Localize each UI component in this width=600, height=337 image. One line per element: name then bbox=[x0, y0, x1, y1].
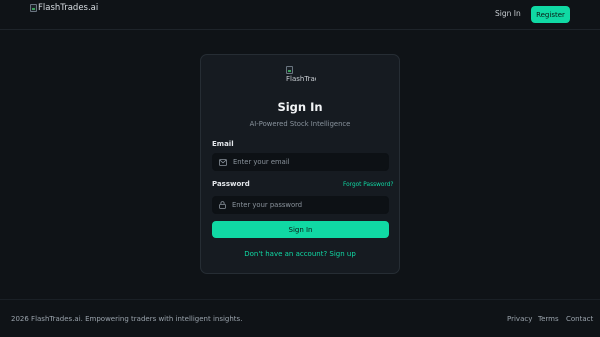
footer: 2026 FlashTrades.ai. Empowering traders … bbox=[0, 299, 600, 337]
register-button[interactable]: Register bbox=[531, 6, 570, 23]
email-label: Email bbox=[212, 140, 234, 148]
mail-icon bbox=[219, 158, 227, 166]
page-title: Sign In bbox=[277, 100, 323, 114]
email-field[interactable]: Enter your email bbox=[212, 153, 389, 171]
forgot-password-link[interactable]: Forgot Password? bbox=[343, 182, 393, 188]
header-logo-alt-text: FlashTrades.ai bbox=[38, 3, 99, 13]
header-logo[interactable]: FlashTrades.ai bbox=[30, 3, 98, 13]
broken-image-icon bbox=[30, 4, 37, 12]
password-placeholder: Enter your password bbox=[232, 201, 303, 209]
card-logo: FlashTrades.ai bbox=[286, 66, 316, 86]
password-label: Password bbox=[212, 180, 250, 188]
top-nav-bar: FlashTrades.ai Sign In Register bbox=[0, 0, 600, 30]
signup-link[interactable]: Don't have an account? Sign up bbox=[201, 250, 399, 258]
footer-link-contact[interactable]: Contact bbox=[566, 315, 593, 323]
page-subtitle: AI-Powered Stock Intelligence bbox=[249, 120, 351, 128]
copyright-text: 2026 FlashTrades.ai. Empowering traders … bbox=[11, 315, 243, 323]
nav-signin-link[interactable]: Sign In bbox=[495, 9, 521, 18]
footer-link-terms[interactable]: Terms bbox=[538, 315, 559, 323]
lock-icon bbox=[219, 201, 226, 209]
broken-image-icon bbox=[286, 66, 293, 74]
password-field[interactable]: Enter your password bbox=[212, 196, 389, 214]
card-logo-alt-text: FlashTrades.ai bbox=[286, 75, 316, 83]
signin-card: FlashTrades.ai Sign In AI-Powered Stock … bbox=[200, 54, 400, 274]
email-placeholder: Enter your email bbox=[233, 158, 290, 166]
footer-link-privacy[interactable]: Privacy bbox=[507, 315, 532, 323]
signin-submit-button[interactable]: Sign In bbox=[212, 221, 389, 238]
